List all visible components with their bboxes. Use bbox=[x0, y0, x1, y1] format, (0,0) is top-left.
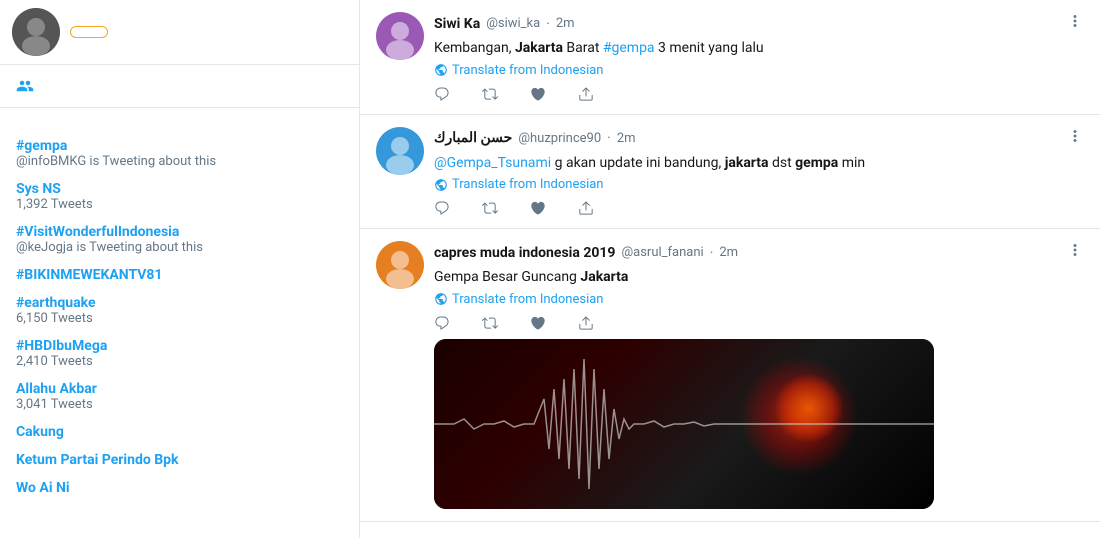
dm-button[interactable] bbox=[578, 86, 594, 102]
tweet-actions bbox=[434, 315, 1084, 331]
tweet-body: capres muda indonesia 2019 @asrul_fanani… bbox=[434, 241, 1084, 509]
tweet-user-info: حسن المبارك @huzprince90 · 2m bbox=[434, 130, 636, 146]
trend-item: #VisitWonderfulIndonesia@keJogja is Twee… bbox=[16, 218, 343, 261]
tweet-handle: @siwi_ka bbox=[486, 16, 540, 31]
trend-label[interactable]: #BIKINMEWEKANTV81 bbox=[16, 267, 343, 283]
retweet-button[interactable] bbox=[482, 200, 498, 216]
tweet-name[interactable]: حسن المبارك bbox=[434, 130, 512, 146]
tweet-handle: @asrul_fanani bbox=[621, 245, 703, 260]
trend-item: #HBDIbuMega2,410 Tweets bbox=[16, 332, 343, 375]
translate-text: Translate from Indonesian bbox=[452, 63, 604, 78]
trend-item: Cakung bbox=[16, 418, 343, 446]
trend-item: Wo Ai Ni bbox=[16, 474, 343, 502]
find-people-link[interactable] bbox=[0, 65, 359, 108]
trend-label[interactable]: Cakung bbox=[16, 424, 343, 440]
reply-button[interactable] bbox=[434, 200, 450, 216]
trend-label[interactable]: #VisitWonderfulIndonesia bbox=[16, 224, 343, 240]
dm-button[interactable] bbox=[578, 200, 594, 216]
tweet-text: Kembangan, Jakarta Barat #gempa 3 menit … bbox=[434, 39, 1084, 59]
follow-button[interactable] bbox=[70, 26, 108, 38]
tweet-image bbox=[434, 339, 934, 509]
dot-separator: · bbox=[710, 245, 714, 261]
trend-label[interactable]: #HBDIbuMega bbox=[16, 338, 343, 354]
like-button[interactable] bbox=[530, 315, 546, 331]
sidebar-top bbox=[0, 0, 359, 65]
trends-section: #gempa@infoBMKG is Tweeting about thisSy… bbox=[0, 108, 359, 514]
trend-count: 1,392 Tweets bbox=[16, 197, 343, 212]
tweet-avatar bbox=[376, 241, 424, 289]
trend-label[interactable]: Sys NS bbox=[16, 181, 343, 197]
tweet-body: حسن المبارك @huzprince90 · 2m @Gempa_Tsu… bbox=[434, 127, 1084, 217]
trend-item: #gempa@infoBMKG is Tweeting about this bbox=[16, 132, 343, 175]
tweet-avatar bbox=[376, 12, 424, 60]
trend-label[interactable]: Allahu Akbar bbox=[16, 381, 343, 397]
tweet-handle: @huzprince90 bbox=[518, 131, 601, 146]
tweet-avatar bbox=[376, 127, 424, 175]
tweet-name[interactable]: capres muda indonesia 2019 bbox=[434, 245, 615, 261]
reply-button[interactable] bbox=[434, 86, 450, 102]
avatar bbox=[12, 8, 60, 56]
people-icon bbox=[16, 77, 34, 95]
sidebar: #gempa@infoBMKG is Tweeting about thisSy… bbox=[0, 0, 360, 538]
translate-text: Translate from Indonesian bbox=[452, 292, 604, 307]
trend-sub: @keJogja is Tweeting about this bbox=[16, 240, 343, 255]
trend-label[interactable]: Wo Ai Ni bbox=[16, 480, 343, 496]
trend-label[interactable]: #earthquake bbox=[16, 295, 343, 311]
main-content: Siwi Ka @siwi_ka · 2m Kembangan, Jakarta… bbox=[360, 0, 1100, 538]
dm-button[interactable] bbox=[578, 315, 594, 331]
tweet-user-info: capres muda indonesia 2019 @asrul_fanani… bbox=[434, 245, 738, 261]
trend-item: #BIKINMEWEKANTV81 bbox=[16, 261, 343, 289]
tweet-user-info: Siwi Ka @siwi_ka · 2m bbox=[434, 16, 575, 32]
tweet-text: @Gempa_Tsunami g akan update ini bandung… bbox=[434, 154, 1084, 174]
translate-button[interactable]: Translate from Indonesian bbox=[434, 177, 1084, 192]
dot-separator: · bbox=[546, 16, 550, 32]
dot-separator: · bbox=[607, 130, 611, 146]
trend-item: #earthquake6,150 Tweets bbox=[16, 289, 343, 332]
tweet-card: capres muda indonesia 2019 @asrul_fanani… bbox=[360, 229, 1100, 522]
like-button[interactable] bbox=[530, 200, 546, 216]
tweet-header: capres muda indonesia 2019 @asrul_fanani… bbox=[434, 241, 1084, 264]
translate-button[interactable]: Translate from Indonesian bbox=[434, 292, 1084, 307]
tweet-card: Siwi Ka @siwi_ka · 2m Kembangan, Jakarta… bbox=[360, 0, 1100, 115]
tweet-card: حسن المبارك @huzprince90 · 2m @Gempa_Tsu… bbox=[360, 115, 1100, 230]
trend-count: 2,410 Tweets bbox=[16, 354, 343, 369]
tweet-actions bbox=[434, 200, 1084, 216]
trend-count: 6,150 Tweets bbox=[16, 311, 343, 326]
trend-label[interactable]: #gempa bbox=[16, 138, 343, 154]
tweet-name[interactable]: Siwi Ka bbox=[434, 16, 480, 32]
tweet-time: 2m bbox=[617, 131, 636, 146]
translate-text: Translate from Indonesian bbox=[452, 177, 604, 192]
tweet-header: حسن المبارك @huzprince90 · 2m bbox=[434, 127, 1084, 150]
trend-item: Allahu Akbar3,041 Tweets bbox=[16, 375, 343, 418]
tweet-time: 2m bbox=[556, 16, 575, 31]
globe-icon bbox=[434, 63, 448, 77]
tweet-more-button[interactable] bbox=[1066, 241, 1084, 264]
tweet-time: 2m bbox=[719, 245, 738, 260]
reply-button[interactable] bbox=[434, 315, 450, 331]
translate-button[interactable]: Translate from Indonesian bbox=[434, 63, 1084, 78]
trend-item: Sys NS1,392 Tweets bbox=[16, 175, 343, 218]
trends-list: #gempa@infoBMKG is Tweeting about thisSy… bbox=[16, 132, 343, 502]
tweet-more-button[interactable] bbox=[1066, 12, 1084, 35]
tweet-body: Siwi Ka @siwi_ka · 2m Kembangan, Jakarta… bbox=[434, 12, 1084, 102]
trend-item: Ketum Partai Perindo Bpk bbox=[16, 446, 343, 474]
retweet-button[interactable] bbox=[482, 315, 498, 331]
trend-sub: @infoBMKG is Tweeting about this bbox=[16, 154, 343, 169]
tweet-text: Gempa Besar Guncang Jakarta bbox=[434, 268, 1084, 288]
like-button[interactable] bbox=[530, 86, 546, 102]
tweet-more-button[interactable] bbox=[1066, 127, 1084, 150]
tweet-actions bbox=[434, 86, 1084, 102]
tweet-header: Siwi Ka @siwi_ka · 2m bbox=[434, 12, 1084, 35]
globe-icon bbox=[434, 178, 448, 192]
tweets-list: Siwi Ka @siwi_ka · 2m Kembangan, Jakarta… bbox=[360, 0, 1100, 522]
globe-icon bbox=[434, 292, 448, 306]
retweet-button[interactable] bbox=[482, 86, 498, 102]
trend-count: 3,041 Tweets bbox=[16, 397, 343, 412]
trend-label[interactable]: Ketum Partai Perindo Bpk bbox=[16, 452, 343, 468]
